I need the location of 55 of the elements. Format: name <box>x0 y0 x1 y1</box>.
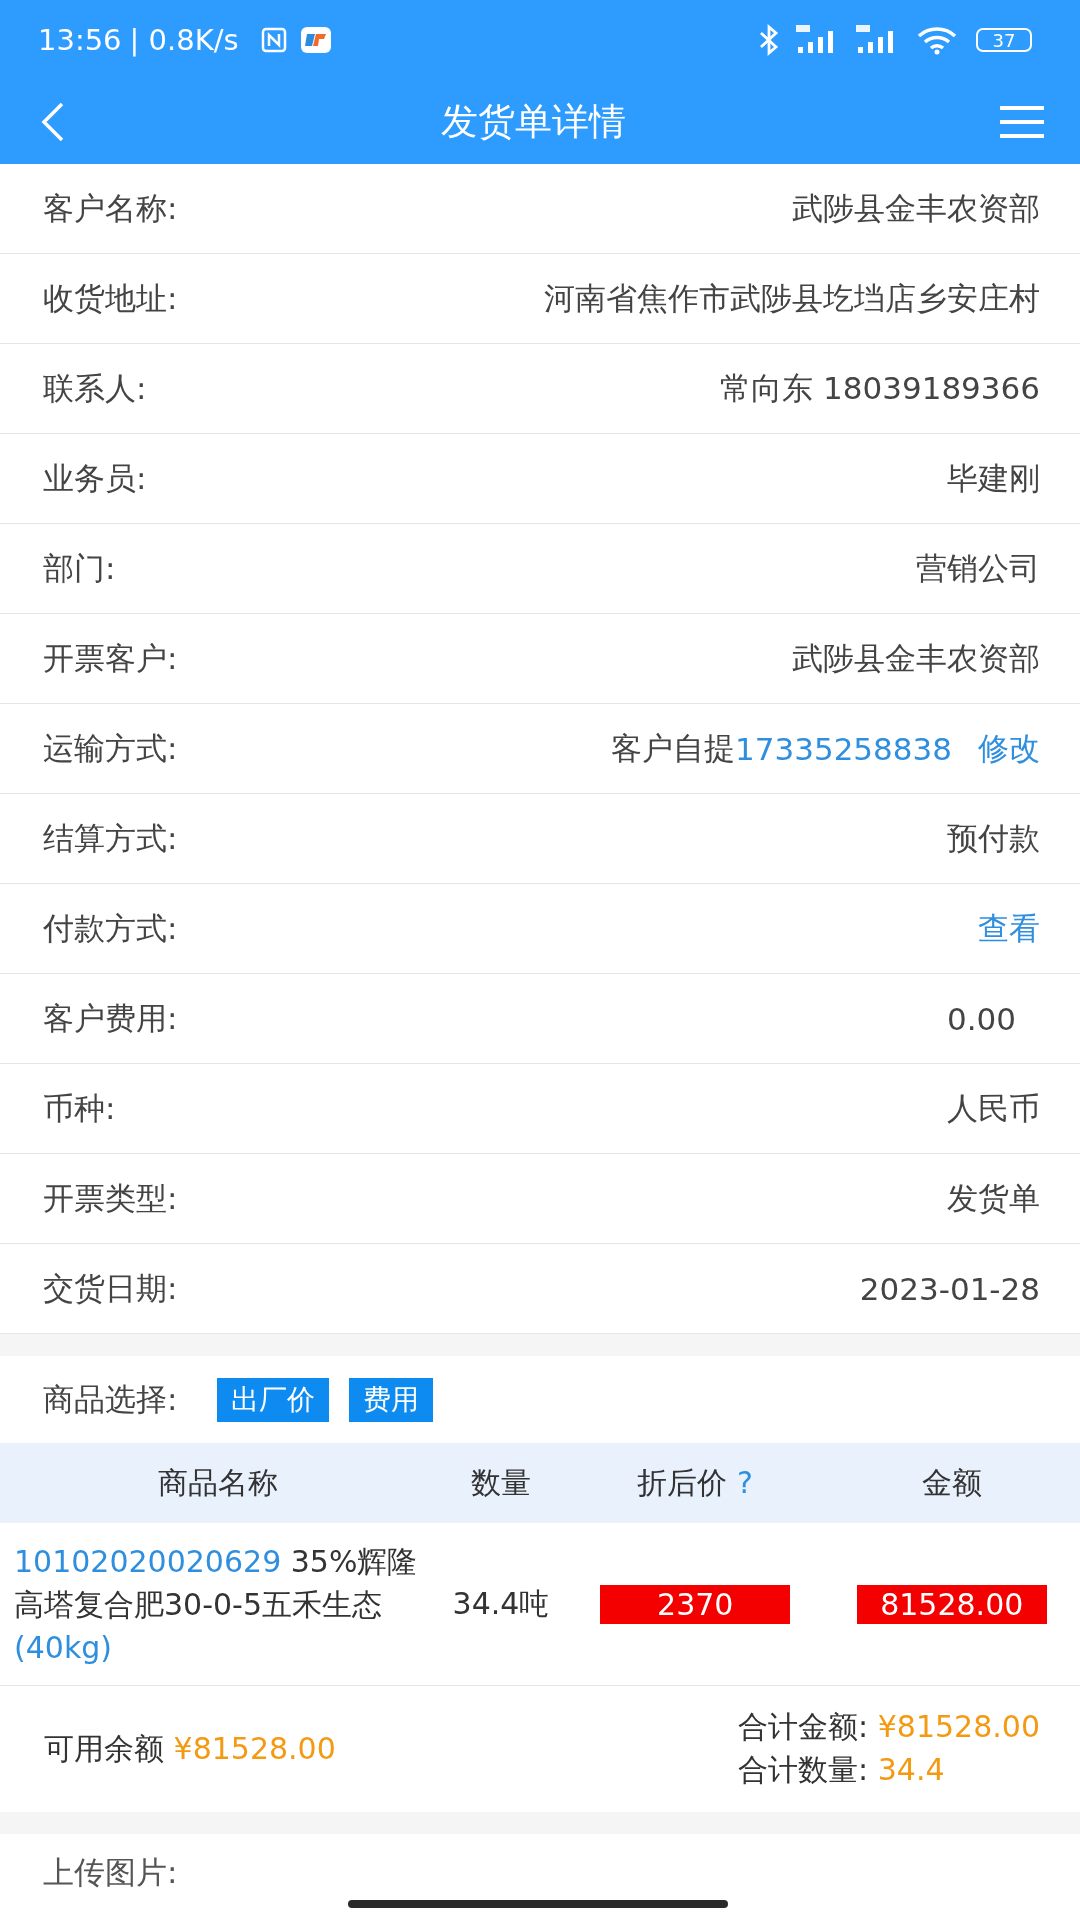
battery-icon: 37 <box>976 28 1032 52</box>
page-title: 发货单详情 <box>440 99 626 145</box>
field-value: 武陟县金丰农资部 <box>792 188 1040 228</box>
field-label: 收货地址: <box>43 278 178 318</box>
field-label: 联系人: <box>43 368 147 408</box>
total-quantity-value: 34.4 <box>877 1752 945 1787</box>
field-value: 预付款 <box>947 818 1040 858</box>
nfc-icon <box>260 27 287 53</box>
column-header: 数量 <box>471 1464 531 1500</box>
balance-label: 可用余额 <box>44 1730 164 1766</box>
field-label: 开票客户: <box>43 638 178 678</box>
quantity-cell: 34.4吨 <box>452 1585 550 1621</box>
field-value: 人民币 <box>947 1088 1040 1128</box>
field-value: 河南省焦作市武陟县圪垱店乡安庄村 <box>544 278 1040 318</box>
back-icon[interactable] <box>40 102 66 142</box>
field-label: 开票类型: <box>43 1178 178 1218</box>
field-label: 结算方式: <box>43 818 178 858</box>
field-label: 交货日期: <box>43 1268 178 1308</box>
amount-cell: 81528.00 <box>856 1584 1047 1624</box>
field-label: 客户费用: <box>43 998 178 1038</box>
section-label: 商品选择: <box>43 1379 178 1419</box>
field-value: 客户自提 <box>611 728 736 768</box>
field-value: 常向东 18039189366 <box>720 368 1040 408</box>
product-name[interactable]: 10102020020629 35%辉隆高塔复合肥30-0-5五禾生态 (40kg) <box>14 1539 434 1669</box>
field-label: 币种: <box>43 1088 116 1128</box>
price-cell: 2370 <box>600 1584 791 1624</box>
field-label: 付款方式: <box>43 908 178 948</box>
field-value: 0.00 <box>946 1000 1016 1037</box>
app-icon <box>300 27 331 53</box>
phone-number[interactable]: 17335258838 <box>735 730 952 767</box>
total-amount-label: 合计金额: <box>738 1709 869 1744</box>
field-value: 武陟县金丰农资部 <box>792 638 1040 678</box>
field-link[interactable]: 修改 <box>978 727 1040 770</box>
field-value: 营销公司 <box>916 548 1040 588</box>
column-header: 折后价 <box>637 1464 728 1500</box>
field-label: 运输方式: <box>43 728 178 768</box>
filter-button[interactable]: 费用 <box>349 1377 434 1422</box>
filter-button[interactable]: 出厂价 <box>217 1377 330 1422</box>
total-amount-value: ¥81528.00 <box>877 1709 1040 1744</box>
network-speed: | 0.8K/s <box>129 23 239 57</box>
field-value: 2023-01-28 <box>859 1270 1040 1307</box>
menu-icon[interactable] <box>1000 105 1044 139</box>
field-label: 部门: <box>43 548 116 588</box>
clock: 13:56 <box>38 23 122 57</box>
field-label: 业务员: <box>43 458 147 498</box>
column-header: 商品名称 <box>157 1464 278 1500</box>
help-mark[interactable]: ? <box>737 1464 753 1500</box>
column-header: 金额 <box>921 1464 982 1500</box>
upload-label: 上传图片: <box>43 1854 178 1890</box>
field-link[interactable]: 查看 <box>978 907 1040 950</box>
balance-value: ¥81528.00 <box>173 1730 336 1766</box>
field-value: 发货单 <box>947 1178 1040 1218</box>
field-value: 毕建刚 <box>947 458 1040 498</box>
field-label: 客户名称: <box>43 188 178 228</box>
total-quantity-label: 合计数量: <box>738 1752 869 1787</box>
